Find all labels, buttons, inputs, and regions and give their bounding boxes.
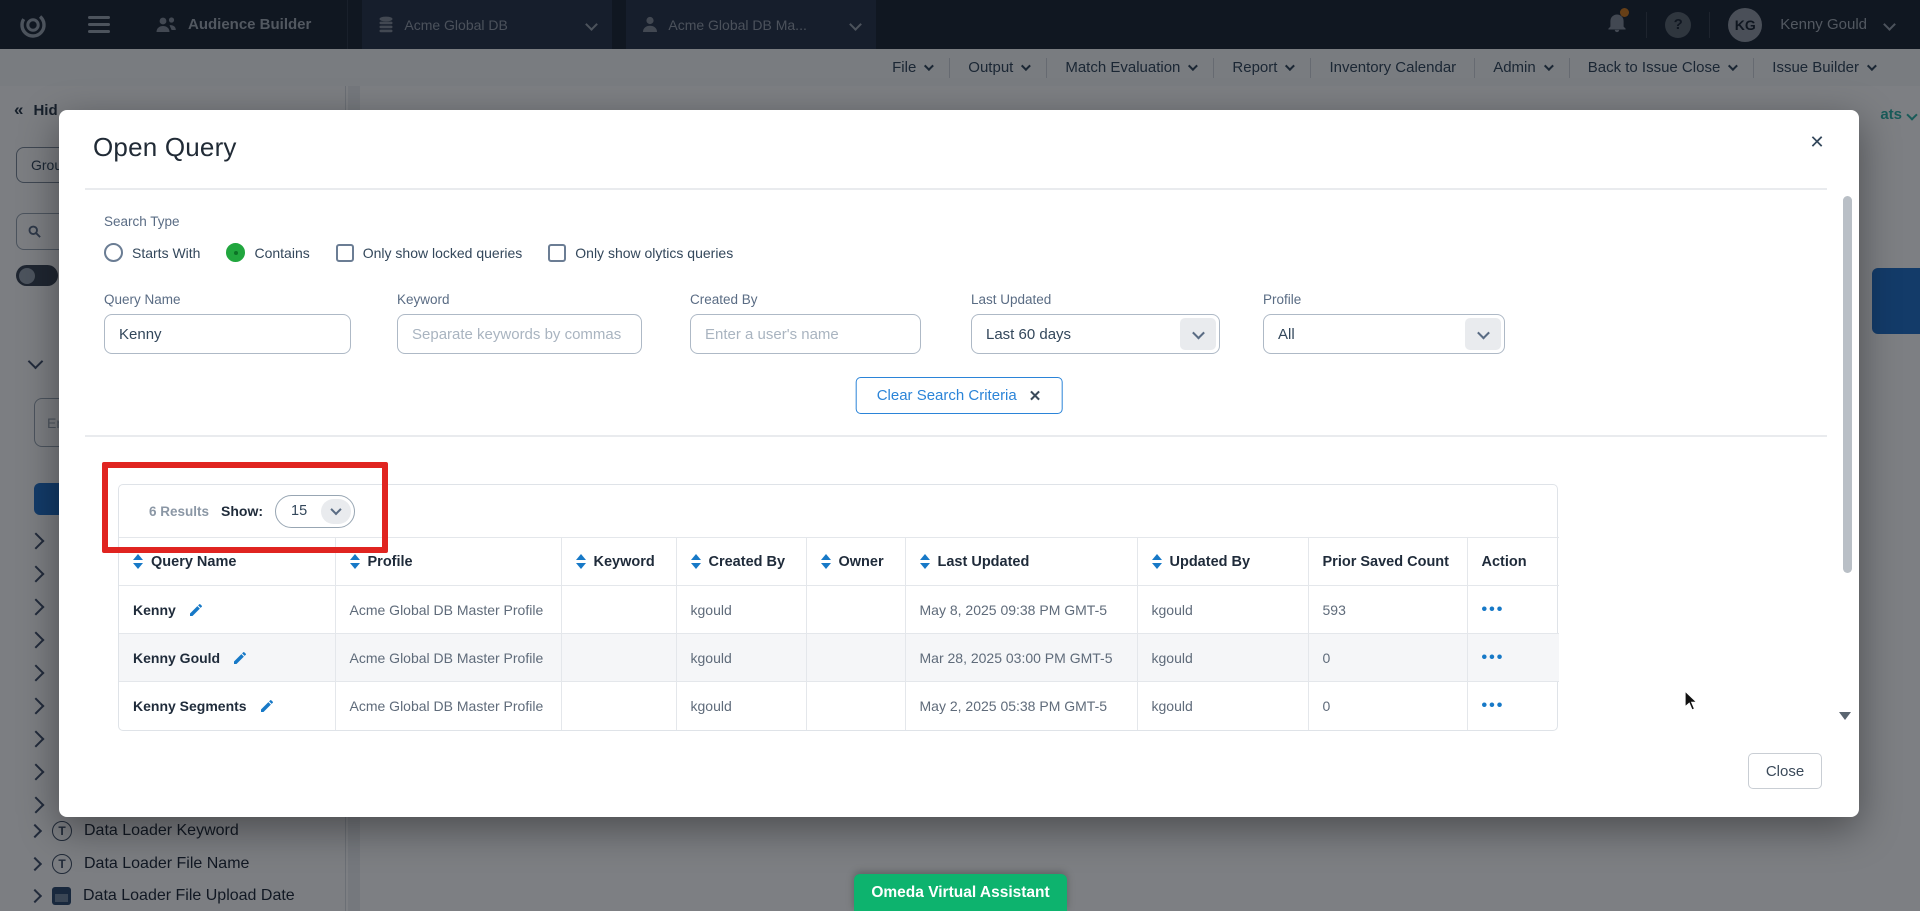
field-label: Created By	[690, 292, 921, 307]
cell-owner	[806, 682, 905, 730]
query-name-input[interactable]	[104, 314, 351, 354]
cell-prior-saved-count: 0	[1308, 634, 1467, 682]
chevron-down-icon	[1477, 326, 1490, 339]
table-header-row: Query Name Profile Keyword Created By Ow…	[119, 538, 1559, 586]
select-chevron-button[interactable]	[1180, 318, 1216, 350]
column-created-by[interactable]: Created By	[676, 538, 806, 586]
cell-profile: Acme Global DB Master Profile	[335, 682, 561, 730]
radio-contains[interactable]: Contains	[226, 243, 309, 262]
open-query-modal: Open Query ✕ Search Type Starts With Con…	[59, 110, 1859, 817]
sort-icon[interactable]	[1152, 554, 1162, 569]
modal-scrollbar-thumb[interactable]	[1843, 196, 1852, 573]
checkbox-icon[interactable]	[548, 244, 566, 262]
chevron-down-icon	[1192, 326, 1205, 339]
select-chevron-button[interactable]	[321, 499, 351, 524]
cell-owner	[806, 634, 905, 682]
column-query-name[interactable]: Query Name	[119, 538, 335, 586]
cell-created-by: kgould	[676, 682, 806, 730]
cell-profile: Acme Global DB Master Profile	[335, 586, 561, 634]
page-size-select[interactable]: 15	[275, 495, 355, 528]
column-action: Action	[1467, 538, 1559, 586]
cell-created-by: kgould	[676, 634, 806, 682]
row-actions-menu-icon[interactable]: •••	[1482, 697, 1505, 714]
checkbox-only-olytics-queries[interactable]: Only show olytics queries	[548, 244, 733, 262]
column-profile[interactable]: Profile	[335, 538, 561, 586]
cell-keyword	[561, 682, 676, 730]
field-profile: Profile All	[1263, 292, 1505, 354]
field-label: Profile	[1263, 292, 1505, 307]
field-query-name: Query Name	[104, 292, 351, 354]
cell-profile: Acme Global DB Master Profile	[335, 634, 561, 682]
table-row: Kenny Acme Global DB Master Profile kgou…	[119, 586, 1559, 634]
radio-selected-icon[interactable]	[226, 243, 245, 262]
cell-keyword	[561, 586, 676, 634]
last-updated-select[interactable]: Last 60 days	[971, 314, 1220, 354]
column-owner[interactable]: Owner	[806, 538, 905, 586]
query-name-link[interactable]: Kenny Gould	[133, 650, 220, 666]
show-label: Show:	[221, 503, 263, 519]
query-name-link[interactable]: Kenny	[133, 602, 176, 618]
keyword-input[interactable]	[397, 314, 642, 354]
column-last-updated[interactable]: Last Updated	[905, 538, 1137, 586]
field-label: Keyword	[397, 292, 642, 307]
checkbox-only-locked-queries[interactable]: Only show locked queries	[336, 244, 523, 262]
edit-pencil-icon[interactable]	[232, 650, 248, 666]
column-keyword[interactable]: Keyword	[561, 538, 676, 586]
search-type-label: Search Type	[104, 214, 180, 229]
created-by-input[interactable]	[690, 314, 921, 354]
results-card: 6 Results Show: 15 Query Name Profile Ke…	[118, 484, 1558, 731]
radio-icon[interactable]	[104, 243, 123, 262]
modal-divider	[85, 188, 1827, 190]
modal-close-icon[interactable]: ✕	[1799, 124, 1835, 160]
field-label: Query Name	[104, 292, 351, 307]
field-last-updated: Last Updated Last 60 days	[971, 292, 1220, 354]
edit-pencil-icon[interactable]	[259, 698, 275, 714]
radio-starts-with[interactable]: Starts With	[104, 243, 200, 262]
row-actions-menu-icon[interactable]: •••	[1482, 601, 1505, 618]
field-label: Last Updated	[971, 292, 1220, 307]
results-count: 6 Results	[149, 504, 209, 519]
clear-x-icon: ✕	[1029, 387, 1042, 405]
omeda-virtual-assistant-button[interactable]: Omeda Virtual Assistant	[854, 874, 1067, 911]
field-keyword: Keyword	[397, 292, 642, 354]
cell-owner	[806, 586, 905, 634]
scrollbar-down-arrow[interactable]	[1839, 712, 1851, 720]
column-prior-saved-count: Prior Saved Count	[1308, 538, 1467, 586]
sort-icon[interactable]	[350, 554, 360, 569]
cell-created-by: kgould	[676, 586, 806, 634]
close-button[interactable]: Close	[1748, 753, 1822, 789]
sort-icon[interactable]	[920, 554, 930, 569]
cell-prior-saved-count: 0	[1308, 682, 1467, 730]
clear-search-criteria-button[interactable]: Clear Search Criteria ✕	[856, 377, 1063, 414]
edit-pencil-icon[interactable]	[188, 602, 204, 618]
cell-last-updated: Mar 28, 2025 03:00 PM GMT-5	[905, 634, 1137, 682]
table-row: Kenny Segments Acme Global DB Master Pro…	[119, 682, 1559, 730]
sort-icon[interactable]	[576, 554, 586, 569]
cell-updated-by: kgould	[1137, 682, 1308, 730]
select-chevron-button[interactable]	[1465, 318, 1501, 350]
cell-last-updated: May 2, 2025 05:38 PM GMT-5	[905, 682, 1137, 730]
column-updated-by[interactable]: Updated By	[1137, 538, 1308, 586]
checkbox-icon[interactable]	[336, 244, 354, 262]
cell-last-updated: May 8, 2025 09:38 PM GMT-5	[905, 586, 1137, 634]
row-actions-menu-icon[interactable]: •••	[1482, 649, 1505, 666]
results-table: Query Name Profile Keyword Created By Ow…	[119, 537, 1559, 730]
cell-keyword	[561, 634, 676, 682]
query-name-link[interactable]: Kenny Segments	[133, 698, 247, 714]
profile-select[interactable]: All	[1263, 314, 1505, 354]
search-type-options: Starts With Contains Only show locked qu…	[104, 243, 733, 262]
modal-title: Open Query	[93, 132, 237, 163]
cell-prior-saved-count: 593	[1308, 586, 1467, 634]
sort-icon[interactable]	[133, 554, 143, 569]
modal-divider	[85, 435, 1827, 437]
table-row: Kenny Gould Acme Global DB Master Profil…	[119, 634, 1559, 682]
field-created-by: Created By	[690, 292, 921, 354]
sort-icon[interactable]	[821, 554, 831, 569]
sort-icon[interactable]	[691, 554, 701, 569]
cell-updated-by: kgould	[1137, 586, 1308, 634]
cell-updated-by: kgould	[1137, 634, 1308, 682]
chevron-down-icon	[330, 504, 341, 515]
results-toolbar: 6 Results Show: 15	[119, 485, 1557, 537]
